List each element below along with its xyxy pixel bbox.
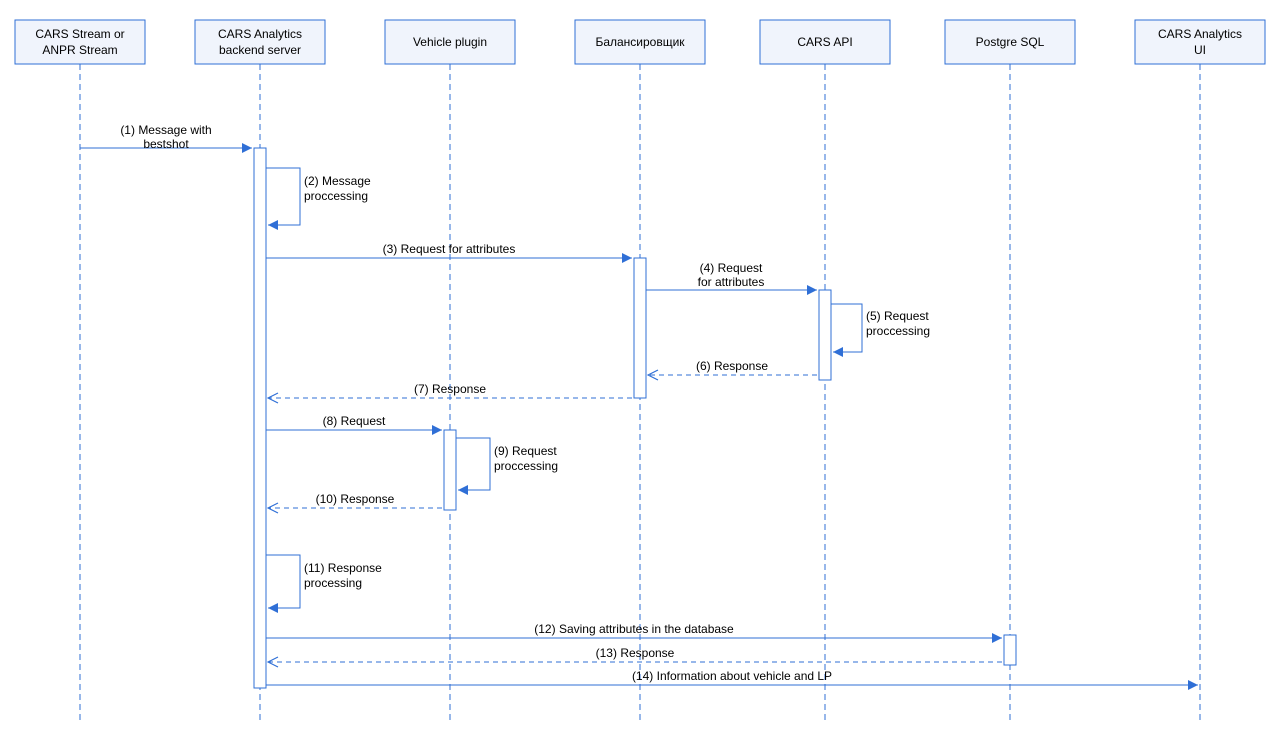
- self-message: (9) Request proccessing: [456, 438, 558, 490]
- participant-label: CARS Analytics: [218, 27, 302, 41]
- return-message: (13) Response: [268, 646, 1002, 662]
- message-label: (14) Information about vehicle and LP: [632, 669, 832, 683]
- participant-label: Балансировщик: [595, 35, 685, 49]
- message-label: (11) Response: [304, 561, 382, 575]
- participant-header: CARS Analytics backend server: [195, 20, 325, 64]
- message-label: (6) Response: [696, 359, 768, 373]
- message-label: proccessing: [866, 324, 930, 338]
- message-label: (2) Message: [304, 174, 371, 188]
- participant-label: CARS Analytics: [1158, 27, 1242, 41]
- message-arrow: (8) Request: [266, 414, 442, 430]
- message-label: (13) Response: [596, 646, 675, 660]
- message-arrow: (4) Request for attributes: [646, 261, 817, 290]
- message-label: (9) Request: [494, 444, 557, 458]
- participant-label: Vehicle plugin: [413, 35, 487, 49]
- message-label: processing: [304, 576, 362, 590]
- message-label: (8) Request: [323, 414, 386, 428]
- message-label: (4) Request: [700, 261, 763, 275]
- self-message: (2) Message proccessing: [266, 168, 371, 225]
- self-message: (5) Request proccessing: [831, 304, 930, 352]
- message-arrow: (1) Message with bestshot: [80, 123, 252, 151]
- return-message: (10) Response: [268, 492, 442, 508]
- message-label: proccessing: [494, 459, 558, 473]
- participant-label: backend server: [219, 43, 301, 57]
- message-label: (5) Request: [866, 309, 929, 323]
- activation-bar: [444, 430, 456, 510]
- message-arrow: (14) Information about vehicle and LP: [266, 669, 1198, 685]
- participant-header: Postgre SQL: [945, 20, 1075, 64]
- return-message: (7) Response: [268, 382, 632, 398]
- participant-header: CARS Stream or ANPR Stream: [15, 20, 145, 64]
- activation-bar: [819, 290, 831, 380]
- participant-label: CARS API: [797, 35, 852, 49]
- message-label: bestshot: [143, 137, 189, 151]
- participant-label: ANPR Stream: [42, 43, 117, 57]
- message-arrow: (3) Request for attributes: [266, 242, 632, 258]
- participant-label: CARS Stream or: [35, 27, 124, 41]
- self-message: (11) Response processing: [266, 555, 382, 608]
- activation-bar: [254, 148, 266, 688]
- participant-header: CARS API: [760, 20, 890, 64]
- participant-header: CARS Analytics UI: [1135, 20, 1265, 64]
- activation-bar: [634, 258, 646, 398]
- message-label: proccessing: [304, 189, 368, 203]
- sequence-diagram: CARS Stream or ANPR Stream CARS Analytic…: [0, 0, 1279, 731]
- participant-label: UI: [1194, 43, 1206, 57]
- participant-header: Vehicle plugin: [385, 20, 515, 64]
- activation-bar: [1004, 635, 1016, 665]
- message-label: (3) Request for attributes: [383, 242, 516, 256]
- participant-header: Балансировщик: [575, 20, 705, 64]
- message-label: for attributes: [698, 275, 765, 289]
- message-label: (1) Message with: [120, 123, 211, 137]
- participant-label: Postgre SQL: [976, 35, 1045, 49]
- message-label: (10) Response: [316, 492, 395, 506]
- message-label: (12) Saving attributes in the database: [534, 622, 734, 636]
- message-arrow: (12) Saving attributes in the database: [266, 622, 1002, 638]
- message-label: (7) Response: [414, 382, 486, 396]
- return-message: (6) Response: [648, 359, 817, 375]
